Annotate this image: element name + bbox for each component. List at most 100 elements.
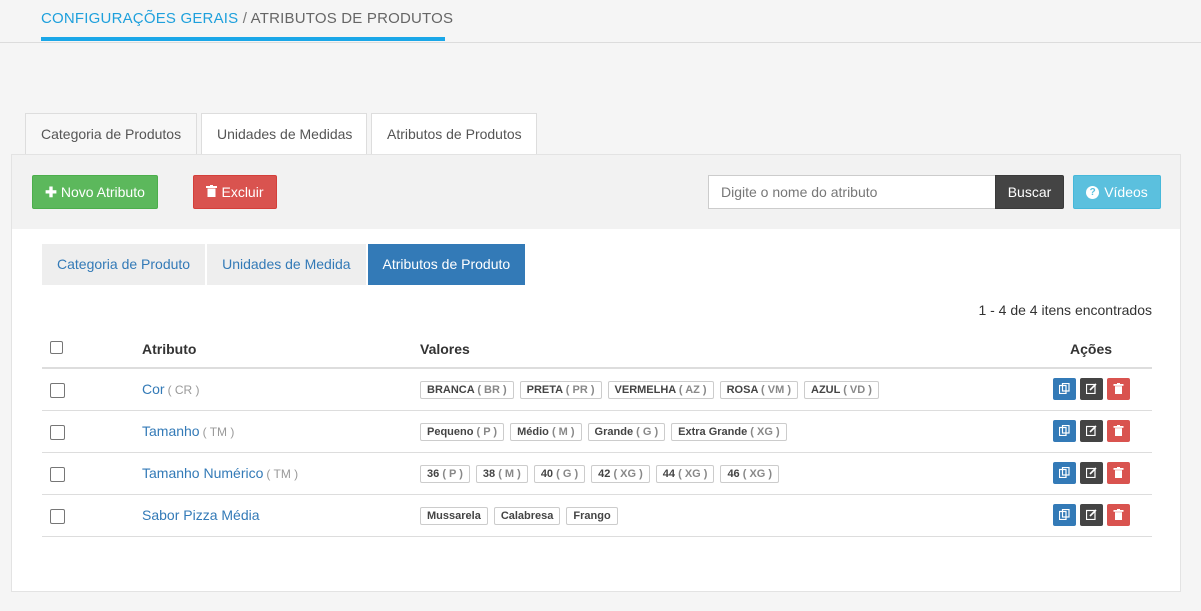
value-code: ( VM ) — [761, 384, 791, 396]
table-body: Cor( CR ) BRANCA ( BR ) PRETA ( PR ) VERMEL… — [42, 369, 1152, 537]
main-panel: ✚ Novo Atributo Excluir Buscar ? Vídeos … — [11, 154, 1181, 592]
breadcrumb-current: ATRIBUTOS DE PRODUTOS — [250, 10, 454, 27]
attribute-name-link[interactable]: Cor — [142, 381, 165, 397]
copy-button[interactable] — [1053, 462, 1076, 484]
edit-button[interactable] — [1080, 378, 1103, 400]
value-label: Calabresa — [500, 510, 554, 522]
videos-label: Vídeos — [1104, 184, 1148, 200]
top-bar: CONFIGURAÇÕES GERAIS / ATRIBUTOS DE PROD… — [0, 0, 1201, 43]
value-tag: AZUL ( VD ) — [804, 381, 879, 399]
value-tag: Médio ( M ) — [510, 423, 582, 441]
edit-icon — [1085, 507, 1097, 523]
attribute-cell: Cor( CR ) — [142, 381, 200, 397]
value-tag: 36 ( P ) — [420, 465, 470, 483]
value-label: 42 — [598, 468, 611, 480]
tab-unidades-de-medidas[interactable]: Unidades de Medidas — [201, 113, 367, 155]
value-tag: Grande ( G ) — [587, 423, 666, 441]
attributes-table: Atributo Valores Ações Cor( CR ) BRANCA (… — [42, 329, 1152, 537]
tab-atributos-de-produtos[interactable]: Atributos de Produtos — [371, 113, 537, 155]
value-tag: Frango — [566, 507, 618, 525]
attribute-code: ( TM ) — [202, 425, 235, 439]
trash-icon — [1113, 465, 1124, 481]
value-label: Médio — [517, 426, 549, 438]
edit-button[interactable] — [1080, 504, 1103, 526]
delete-button[interactable]: Excluir — [193, 175, 277, 209]
value-code: ( M ) — [498, 468, 521, 480]
edit-icon — [1085, 381, 1097, 397]
edit-button[interactable] — [1080, 462, 1103, 484]
question-circle-icon: ? — [1086, 185, 1100, 199]
row-actions — [1053, 504, 1130, 526]
value-code: ( P ) — [476, 426, 498, 438]
value-code: ( VD ) — [843, 384, 872, 396]
value-tag: Mussarela — [420, 507, 488, 525]
edit-icon — [1085, 423, 1097, 439]
search-input[interactable] — [708, 175, 995, 209]
value-code: ( XG ) — [750, 426, 780, 438]
value-code: ( BR ) — [477, 384, 507, 396]
breadcrumb-parent-link[interactable]: CONFIGURAÇÕES GERAIS — [41, 10, 238, 27]
table-row: Sabor Pizza Média Mussarela Calabresa Frang… — [42, 495, 1152, 537]
search-button[interactable]: Buscar — [995, 175, 1064, 209]
inner-tabs: Categoria de Produto Unidades de Medida … — [42, 244, 526, 285]
trash-icon — [1113, 507, 1124, 523]
inner-tab-categoria-de-produto[interactable]: Categoria de Produto — [42, 244, 206, 285]
row-actions — [1053, 462, 1130, 484]
copy-button[interactable] — [1053, 378, 1076, 400]
delete-row-button[interactable] — [1107, 504, 1130, 526]
select-all-checkbox[interactable] — [50, 341, 63, 354]
value-code: ( XG ) — [678, 468, 708, 480]
value-tag: 40 ( G ) — [533, 465, 586, 483]
delete-label: Excluir — [221, 184, 264, 200]
new-attribute-button[interactable]: ✚ Novo Atributo — [32, 175, 158, 209]
attribute-name-link[interactable]: Tamanho Numérico — [142, 465, 263, 481]
attribute-cell: Sabor Pizza Média — [142, 507, 260, 523]
value-label: VERMELHA — [614, 384, 676, 396]
value-label: 40 — [540, 468, 554, 480]
row-checkbox[interactable] — [50, 467, 65, 482]
value-label: Grande — [594, 426, 634, 438]
inner-tab-atributos-de-produto[interactable]: Atributos de Produto — [367, 244, 526, 285]
table-row: Tamanho Numérico( TM ) 36 ( P ) 38 ( M ) 40… — [42, 453, 1152, 495]
value-label: Pequeno — [427, 426, 474, 438]
value-code: ( XG ) — [613, 468, 643, 480]
value-tag: 46 ( XG ) — [720, 465, 780, 483]
value-tag: BRANCA ( BR ) — [420, 381, 514, 399]
row-checkbox[interactable] — [50, 383, 65, 398]
copy-button[interactable] — [1053, 504, 1076, 526]
copy-icon — [1058, 381, 1070, 397]
value-label: AZUL — [811, 384, 841, 396]
attribute-name-link[interactable]: Sabor Pizza Média — [142, 507, 260, 523]
edit-button[interactable] — [1080, 420, 1103, 442]
value-code: ( G ) — [556, 468, 579, 480]
trash-icon — [206, 184, 218, 200]
inner-tab-unidades-de-medida[interactable]: Unidades de Medida — [207, 244, 366, 285]
values-cell: Pequeno ( P ) Médio ( M ) Grande ( G ) Extr… — [420, 423, 787, 441]
breadcrumb-separator: / — [238, 10, 251, 27]
value-tag: Pequeno ( P ) — [420, 423, 505, 441]
delete-row-button[interactable] — [1107, 462, 1130, 484]
value-tag: 44 ( XG ) — [655, 465, 715, 483]
attribute-name-link[interactable]: Tamanho — [142, 423, 200, 439]
value-label: 38 — [482, 468, 496, 480]
result-count: 1 - 4 de 4 itens encontrados — [978, 302, 1152, 318]
attribute-code: ( CR ) — [167, 383, 200, 397]
attribute-cell: Tamanho Numérico( TM ) — [142, 465, 298, 481]
value-label: 44 — [662, 468, 676, 480]
row-checkbox[interactable] — [50, 425, 65, 440]
delete-row-button[interactable] — [1107, 420, 1130, 442]
trash-icon — [1113, 381, 1124, 397]
value-label: PRETA — [526, 384, 563, 396]
copy-button[interactable] — [1053, 420, 1076, 442]
value-tag: VERMELHA ( AZ ) — [607, 381, 714, 399]
row-actions — [1053, 378, 1130, 400]
tab-categoria-de-produtos[interactable]: Categoria de Produtos — [25, 113, 197, 155]
videos-button[interactable]: ? Vídeos — [1073, 175, 1161, 209]
value-label: 36 — [427, 468, 440, 480]
new-attribute-label: Novo Atributo — [60, 184, 145, 200]
value-code: ( P ) — [442, 468, 463, 480]
outer-tabs: Categoria de Produtos Unidades de Medida… — [25, 113, 537, 155]
breadcrumb: CONFIGURAÇÕES GERAIS / ATRIBUTOS DE PROD… — [41, 10, 453, 27]
delete-row-button[interactable] — [1107, 378, 1130, 400]
row-checkbox[interactable] — [50, 509, 65, 524]
